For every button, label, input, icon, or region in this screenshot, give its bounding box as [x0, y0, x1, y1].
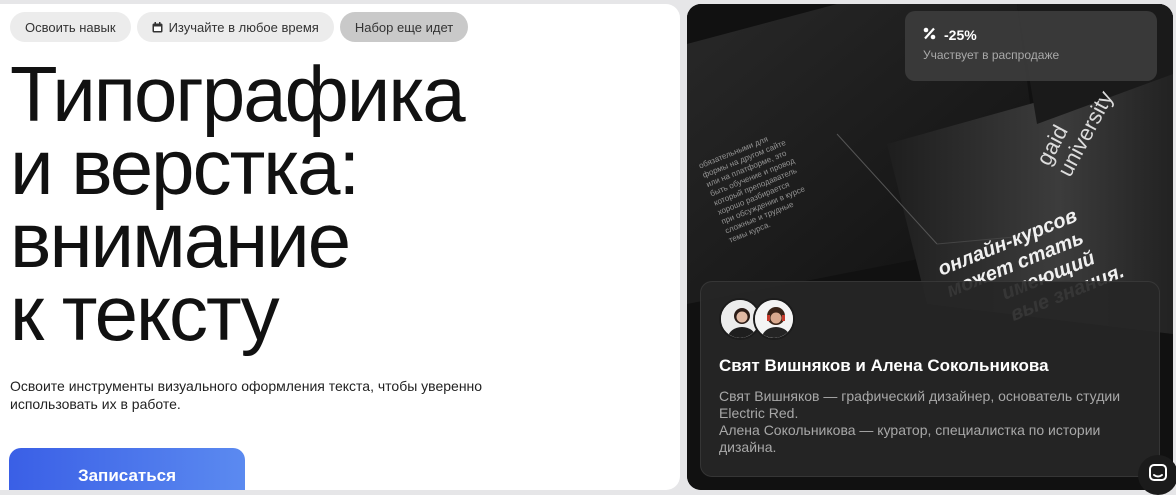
authors-panel: Свят Вишняков и Алена Сокольникова Свят …	[700, 281, 1160, 477]
enroll-button-label: Записаться	[77, 466, 177, 485]
discount-value: -25%	[944, 27, 977, 43]
author-avatars	[719, 298, 1141, 344]
enroll-button[interactable]: Записаться	[9, 448, 245, 490]
title-line: и верстка:	[10, 123, 360, 211]
bio-line: Electric Red.	[719, 405, 799, 421]
tag-label: Освоить навык	[25, 19, 116, 35]
discount-badge: -25% Участвует в распродаже	[905, 11, 1157, 81]
course-cover: обязательными для формы на другом сайте …	[687, 4, 1173, 490]
tag-label: Набор еще идет	[354, 19, 454, 35]
title-line: внимание	[10, 196, 351, 284]
calendar-icon	[152, 21, 163, 33]
tag-schedule[interactable]: Изучайте в любое время	[136, 12, 334, 42]
description-line: использовать их в работе.	[10, 396, 181, 412]
title-line: к тексту	[10, 269, 280, 357]
tag-skill[interactable]: Освоить навык	[10, 12, 131, 42]
chat-button[interactable]	[1138, 455, 1176, 495]
chat-icon	[1148, 463, 1168, 488]
avatar	[753, 298, 795, 340]
authors-bio: Свят Вишняков — графический дизайнер, ос…	[719, 388, 1141, 456]
page-title: Типографика и верстка: внимание к тексту	[10, 50, 466, 357]
tag-list: Освоить навык Изучайте в любое время Наб…	[10, 12, 469, 42]
title-line: Типографика	[10, 50, 466, 138]
bio-line: дизайна.	[719, 439, 777, 455]
description-line: Освоите инструменты визуального оформлен…	[10, 378, 483, 394]
course-hero-card: Освоить навык Изучайте в любое время Наб…	[0, 4, 680, 490]
bio-line: Алена Сокольникова — куратор, специалист…	[719, 422, 1101, 438]
discount-caption: Участвует в распродаже	[923, 48, 1060, 62]
course-description: Освоите инструменты визуального оформлен…	[10, 377, 530, 413]
authors-names: Свят Вишняков и Алена Сокольникова	[719, 356, 1049, 375]
tag-label: Изучайте в любое время	[168, 19, 319, 35]
tag-enrollment[interactable]: Набор еще идет	[339, 12, 469, 42]
percent-icon	[923, 27, 936, 43]
bio-line: Свят Вишняков — графический дизайнер, ос…	[719, 388, 1121, 404]
